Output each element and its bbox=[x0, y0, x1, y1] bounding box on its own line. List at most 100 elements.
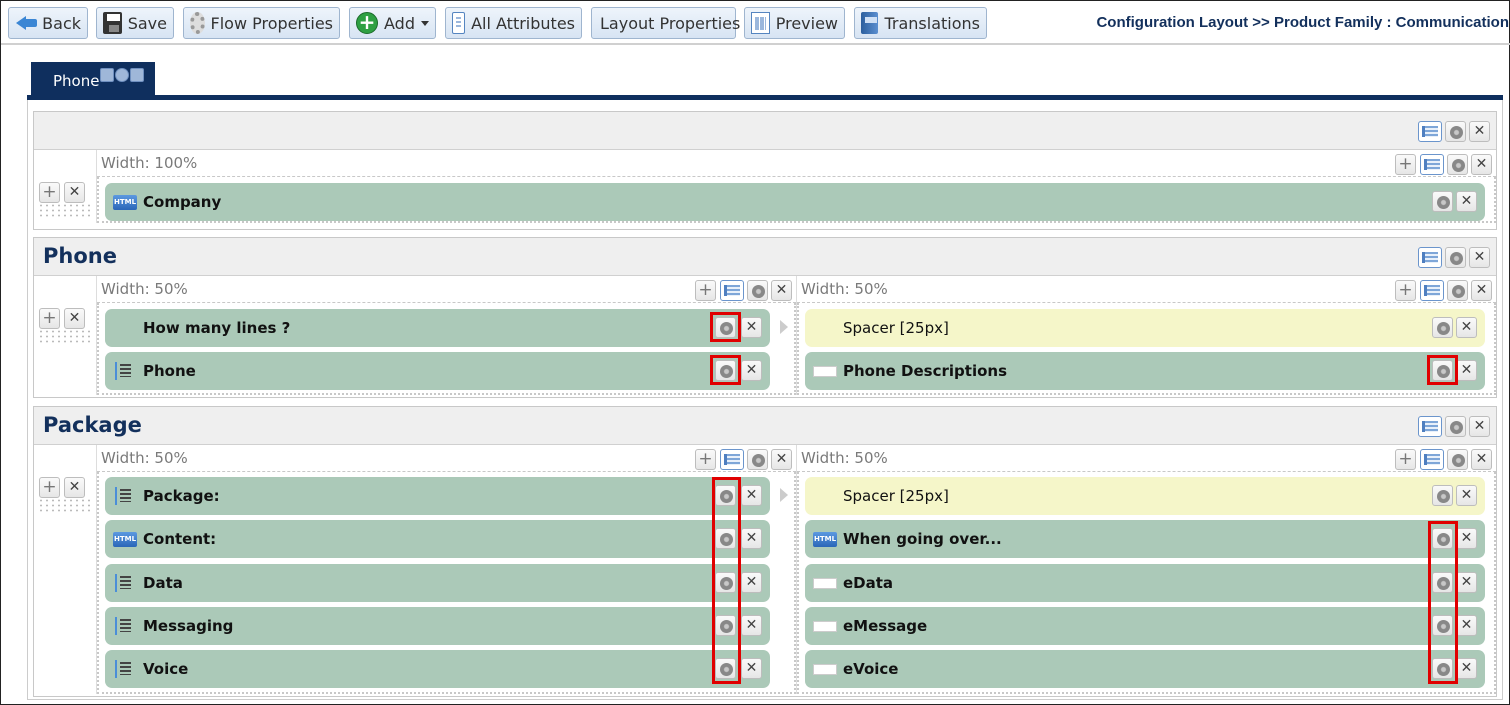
delete-row-icon[interactable] bbox=[64, 477, 85, 498]
field-spacer[interactable]: Spacer [25px] bbox=[805, 477, 1485, 515]
field-messaging[interactable]: Messaging bbox=[105, 607, 770, 645]
field-voice[interactable]: Voice bbox=[105, 650, 770, 688]
field-gear-icon[interactable] bbox=[1432, 360, 1453, 381]
field-package[interactable]: Package: bbox=[105, 477, 770, 515]
column-gear-icon[interactable] bbox=[747, 280, 768, 301]
back-button[interactable]: Back bbox=[8, 7, 88, 39]
column-gear-icon[interactable] bbox=[1447, 449, 1468, 470]
field-delete-icon[interactable] bbox=[1456, 317, 1477, 338]
column-gear-icon[interactable] bbox=[1447, 154, 1468, 175]
section-properties-icon[interactable] bbox=[1418, 247, 1442, 268]
add-field-icon[interactable] bbox=[1395, 280, 1416, 301]
section-close-icon[interactable] bbox=[1469, 416, 1490, 437]
column-properties-icon[interactable] bbox=[720, 449, 744, 470]
drag-handle[interactable] bbox=[38, 203, 94, 219]
tab-gear-icon[interactable] bbox=[115, 68, 130, 82]
move-right-arrow-icon[interactable] bbox=[780, 320, 788, 334]
column-properties-icon[interactable] bbox=[1420, 154, 1444, 175]
section-gear-icon[interactable] bbox=[1445, 416, 1466, 437]
field-gear-icon[interactable] bbox=[1432, 317, 1453, 338]
field-delete-icon[interactable] bbox=[741, 317, 762, 338]
field-gear-icon[interactable] bbox=[1432, 615, 1453, 636]
field-delete-icon[interactable] bbox=[741, 528, 762, 549]
column-close-icon[interactable] bbox=[1471, 449, 1492, 470]
section-title: Phone bbox=[43, 244, 117, 268]
add-row-icon[interactable] bbox=[39, 308, 60, 329]
section-properties-icon[interactable] bbox=[1418, 416, 1442, 437]
field-delete-icon[interactable] bbox=[1456, 528, 1477, 549]
field-gear-icon[interactable] bbox=[715, 317, 736, 338]
column-width-label: Width: 50% bbox=[101, 280, 188, 298]
field-gear-icon[interactable] bbox=[1432, 528, 1453, 549]
field-delete-icon[interactable] bbox=[741, 658, 762, 679]
preview-button[interactable]: Preview bbox=[744, 7, 845, 39]
field-gear-icon[interactable] bbox=[1432, 572, 1453, 593]
column-close-icon[interactable] bbox=[771, 280, 792, 301]
column-properties-icon[interactable] bbox=[1420, 280, 1444, 301]
column-gear-icon[interactable] bbox=[1447, 280, 1468, 301]
field-spacer[interactable]: Spacer [25px] bbox=[805, 309, 1485, 347]
section-gear-icon[interactable] bbox=[1445, 121, 1466, 142]
tab-list-icon[interactable] bbox=[100, 68, 115, 82]
flow-properties-button[interactable]: Flow Properties bbox=[183, 7, 340, 39]
column-close-icon[interactable] bbox=[1471, 154, 1492, 175]
column-close-icon[interactable] bbox=[1471, 280, 1492, 301]
delete-row-icon[interactable] bbox=[64, 182, 85, 203]
field-gear-icon[interactable] bbox=[715, 360, 736, 381]
field-delete-icon[interactable] bbox=[1456, 615, 1477, 636]
field-phone-descriptions[interactable]: Phone Descriptions bbox=[805, 352, 1485, 390]
drag-handle[interactable] bbox=[38, 329, 94, 345]
drag-handle[interactable] bbox=[38, 498, 94, 514]
field-data[interactable]: Data bbox=[105, 564, 770, 602]
field-delete-icon[interactable] bbox=[741, 485, 762, 506]
field-emessage[interactable]: eMessage bbox=[805, 607, 1485, 645]
save-button[interactable]: Save bbox=[96, 7, 174, 39]
field-delete-icon[interactable] bbox=[741, 572, 762, 593]
field-gear-icon[interactable] bbox=[715, 528, 736, 549]
field-delete-icon[interactable] bbox=[1456, 360, 1477, 381]
add-row-icon[interactable] bbox=[39, 182, 60, 203]
add-field-icon[interactable] bbox=[695, 280, 716, 301]
field-delete-icon[interactable] bbox=[741, 615, 762, 636]
field-delete-icon[interactable] bbox=[1456, 485, 1477, 506]
field-gear-icon[interactable] bbox=[715, 615, 736, 636]
field-delete-icon[interactable] bbox=[1456, 658, 1477, 679]
translations-button[interactable]: Translations bbox=[854, 7, 987, 39]
field-when-going-over[interactable]: HTML When going over... bbox=[805, 520, 1485, 558]
field-gear-icon[interactable] bbox=[1432, 191, 1453, 212]
add-dropdown-button[interactable]: Add bbox=[349, 7, 436, 39]
field-gear-icon[interactable] bbox=[715, 572, 736, 593]
textbox-icon bbox=[813, 664, 837, 675]
move-right-arrow-icon[interactable] bbox=[780, 488, 788, 502]
field-how-many-lines[interactable]: How many lines ? bbox=[105, 309, 770, 347]
field-gear-icon[interactable] bbox=[715, 658, 736, 679]
column-properties-icon[interactable] bbox=[1420, 449, 1444, 470]
field-edata[interactable]: eData bbox=[805, 564, 1485, 602]
tab-phone[interactable]: Phone bbox=[31, 62, 155, 96]
add-row-icon[interactable] bbox=[39, 477, 60, 498]
field-phone[interactable]: Phone bbox=[105, 352, 770, 390]
section-close-icon[interactable] bbox=[1469, 247, 1490, 268]
field-delete-icon[interactable] bbox=[1456, 191, 1477, 212]
field-delete-icon[interactable] bbox=[1456, 572, 1477, 593]
section-gear-icon[interactable] bbox=[1445, 247, 1466, 268]
field-company[interactable]: HTML Company bbox=[105, 183, 1485, 221]
field-gear-icon[interactable] bbox=[1432, 658, 1453, 679]
section-close-icon[interactable] bbox=[1469, 121, 1490, 142]
field-content[interactable]: HTML Content: bbox=[105, 520, 770, 558]
field-evoice[interactable]: eVoice bbox=[805, 650, 1485, 688]
column-close-icon[interactable] bbox=[771, 449, 792, 470]
add-field-icon[interactable] bbox=[1395, 154, 1416, 175]
add-field-icon[interactable] bbox=[1395, 449, 1416, 470]
tab-close-icon[interactable] bbox=[130, 68, 145, 82]
field-delete-icon[interactable] bbox=[741, 360, 762, 381]
section-properties-icon[interactable] bbox=[1418, 121, 1442, 142]
field-gear-icon[interactable] bbox=[715, 485, 736, 506]
column-gear-icon[interactable] bbox=[747, 449, 768, 470]
delete-row-icon[interactable] bbox=[64, 308, 85, 329]
all-attributes-button[interactable]: All Attributes bbox=[445, 7, 582, 39]
add-field-icon[interactable] bbox=[695, 449, 716, 470]
field-gear-icon[interactable] bbox=[1432, 485, 1453, 506]
layout-properties-button[interactable]: Layout Properties bbox=[591, 7, 740, 39]
column-properties-icon[interactable] bbox=[720, 280, 744, 301]
